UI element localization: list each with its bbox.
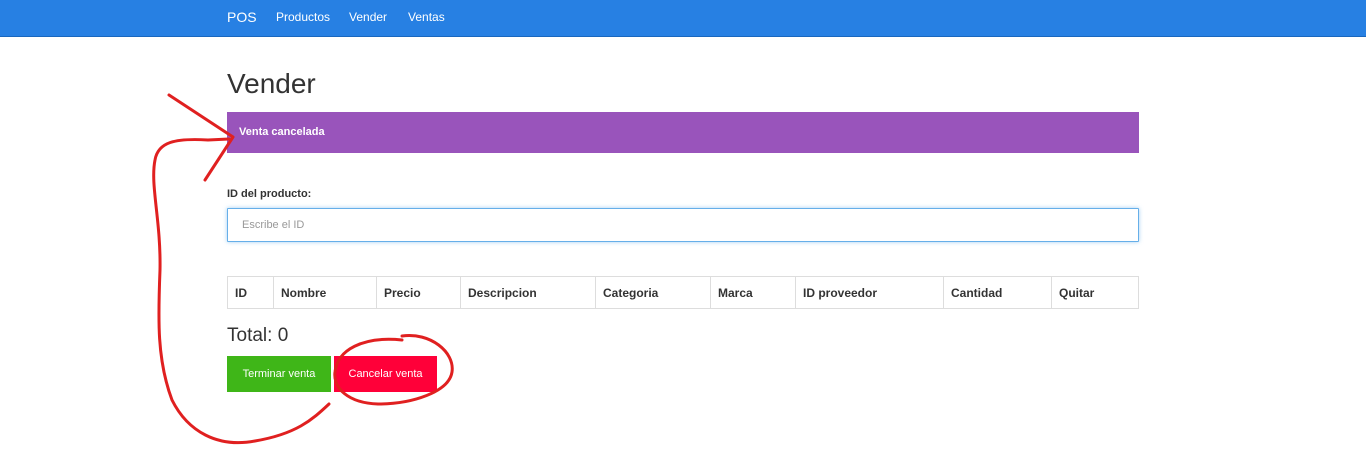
alert-message: Venta cancelada <box>227 112 1139 153</box>
total-label: Total: 0 <box>227 325 289 346</box>
cancel-sale-button[interactable]: Cancelar venta <box>334 356 437 392</box>
column-header-cantidad: Cantidad <box>943 276 1052 309</box>
column-header-id: ID <box>227 276 274 309</box>
column-header-descripcion: Descripcion <box>460 276 596 309</box>
products-table: ID Nombre Precio Descripcion Categoria M… <box>227 276 1139 309</box>
nav-link-vender[interactable]: Vender <box>349 0 387 37</box>
finish-sale-button[interactable]: Terminar venta <box>227 356 331 392</box>
nav-link-ventas[interactable]: Ventas <box>408 0 445 37</box>
table-header-row: ID Nombre Precio Descripcion Categoria M… <box>227 276 1139 309</box>
column-header-nombre: Nombre <box>273 276 377 309</box>
nav-link-productos[interactable]: Productos <box>276 0 330 37</box>
brand-link[interactable]: POS <box>227 0 257 37</box>
page-title: Vender <box>227 68 316 99</box>
product-id-label: ID del producto: <box>227 188 312 200</box>
annotation-arrowhead-icon <box>167 93 235 182</box>
column-header-categoria: Categoria <box>595 276 711 309</box>
column-header-marca: Marca <box>710 276 796 309</box>
column-header-precio: Precio <box>376 276 461 309</box>
column-header-quitar: Quitar <box>1051 276 1139 309</box>
navbar: POS Productos Vender Ventas <box>0 0 1366 37</box>
column-header-id-proveedor: ID proveedor <box>795 276 944 309</box>
product-id-input[interactable] <box>227 208 1139 242</box>
